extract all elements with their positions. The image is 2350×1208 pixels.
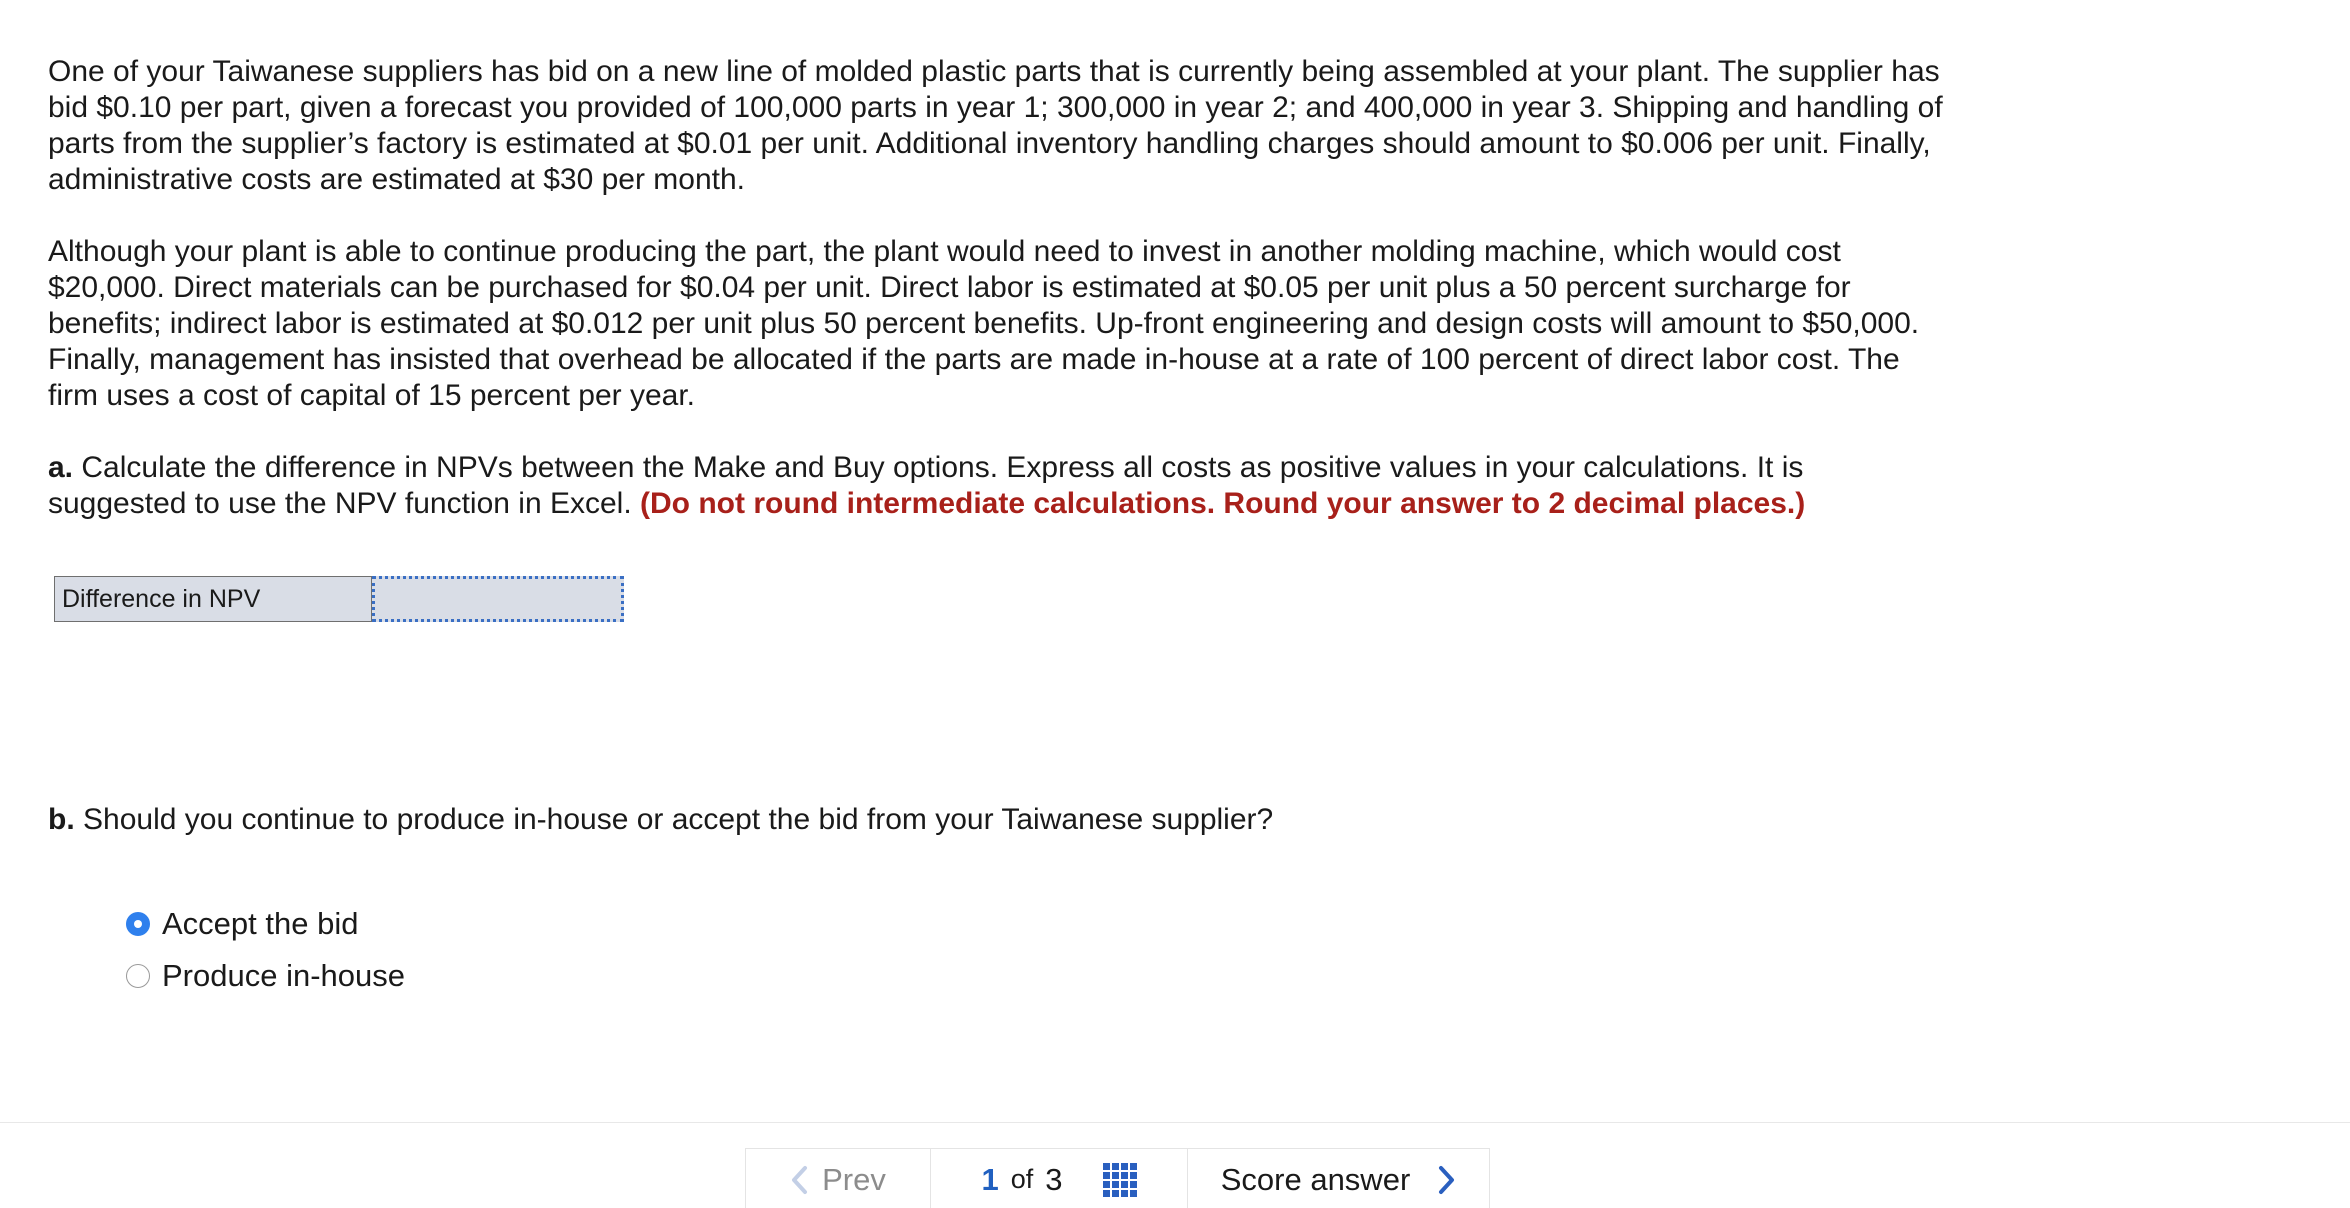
page-of: of <box>1010 1164 1034 1194</box>
option-produce-in-house-label: Produce in-house <box>162 958 405 993</box>
page-current: 1 <box>981 1161 999 1197</box>
prev-button[interactable]: Prev <box>746 1149 931 1208</box>
part-b-prefix: b. <box>48 803 75 836</box>
npv-input[interactable] <box>372 576 624 622</box>
page: One of your Taiwanese suppliers has bid … <box>0 0 2350 1208</box>
option-accept-bid[interactable]: Accept the bid <box>126 906 358 942</box>
npv-label: Difference in NPV <box>54 576 372 622</box>
question-content: One of your Taiwanese suppliers has bid … <box>48 54 1948 558</box>
score-answer-label: Score answer <box>1220 1161 1411 1197</box>
option-produce-in-house[interactable]: Produce in-house <box>126 958 405 994</box>
page-indicator: 1 of 3 <box>931 1149 1188 1208</box>
part-b-text: Should you continue to produce in-house … <box>83 803 1274 836</box>
score-answer-button[interactable]: Score answer <box>1188 1149 1489 1208</box>
radio-unselected-icon[interactable] <box>126 964 150 988</box>
npv-answer-row: Difference in NPV <box>54 576 624 622</box>
part-b-prompt: b. Should you continue to produce in-hou… <box>48 802 1273 838</box>
grid-icon[interactable] <box>1102 1162 1137 1197</box>
part-a-prefix: a. <box>48 451 74 484</box>
page-total: 3 <box>1045 1161 1063 1197</box>
part-a-instruction: (Do not round intermediate calculations.… <box>640 487 1806 520</box>
prev-label: Prev <box>822 1161 886 1197</box>
chevron-right-icon <box>1439 1165 1455 1194</box>
question-navigation: Prev 1 of 3 Score answer <box>745 1148 1490 1208</box>
question-paragraph-1: One of your Taiwanese suppliers has bid … <box>48 55 1943 196</box>
chevron-left-icon <box>792 1165 808 1194</box>
radio-selected-icon[interactable] <box>126 912 150 936</box>
question-paragraph-2: Although your plant is able to continue … <box>48 235 1920 412</box>
part-a-prompt: a. Calculate the difference in NPVs betw… <box>48 450 1948 522</box>
option-accept-bid-label: Accept the bid <box>162 906 359 941</box>
footer-divider <box>0 1122 2350 1123</box>
